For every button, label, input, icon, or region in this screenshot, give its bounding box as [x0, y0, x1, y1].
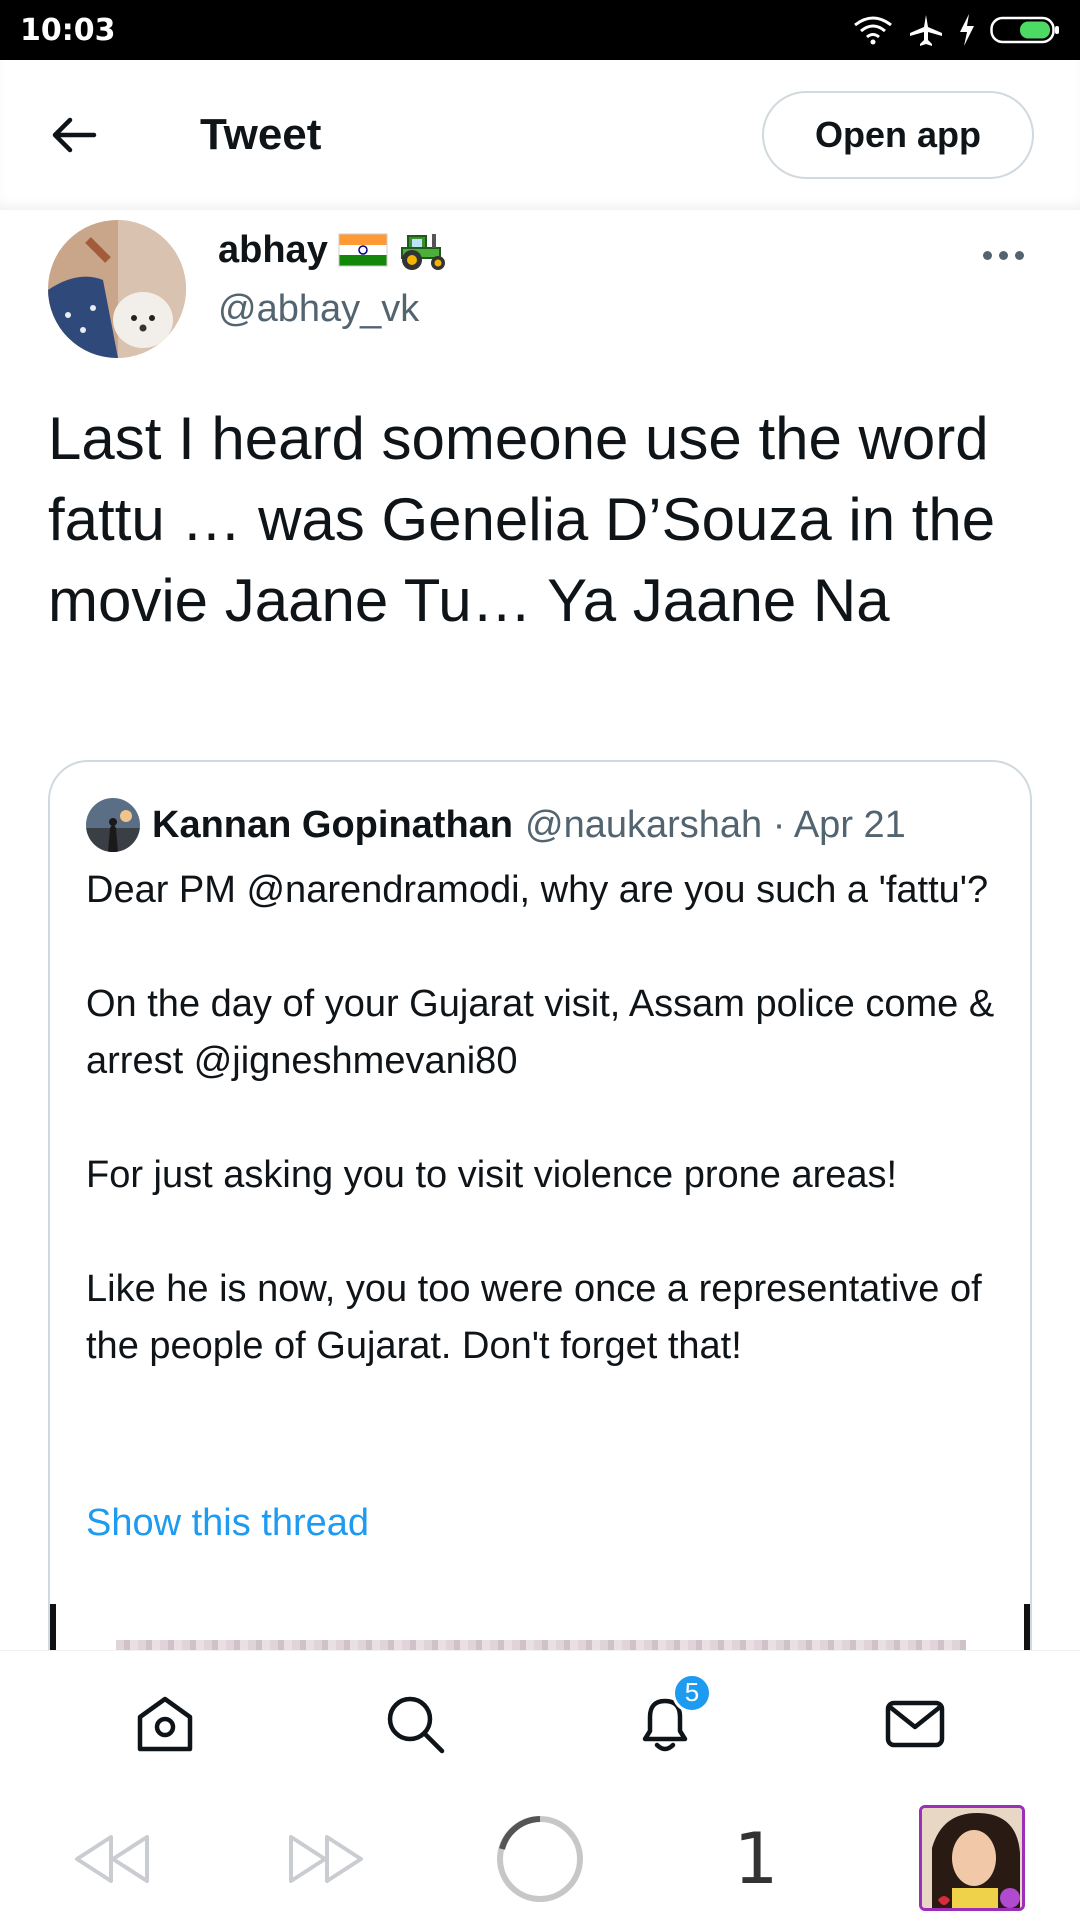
quoted-paragraph: On the day of your Gujarat visit, Assam …: [86, 983, 995, 1082]
status-time: 10:03: [20, 12, 116, 48]
author-name[interactable]: abhay: [218, 229, 328, 272]
tweet-text: Last I heard someone use the word fattu …: [48, 405, 996, 634]
nav-notifications[interactable]: 5: [620, 1672, 712, 1769]
author-avatar[interactable]: [48, 220, 186, 358]
open-app-button[interactable]: Open app: [762, 91, 1034, 179]
bottom-navigation: 5: [0, 1650, 1080, 1796]
quoted-tweet[interactable]: Kannan Gopinathan @naukarshah · Apr 21 D…: [48, 760, 1032, 1660]
status-bar: 10:03: [0, 0, 1080, 60]
browser-back-button[interactable]: [66, 1814, 156, 1904]
author-handle[interactable]: @abhay_vk: [218, 288, 419, 331]
rewind-icon: [75, 1835, 149, 1883]
page-title: Tweet: [200, 110, 322, 159]
airplane-icon: [910, 15, 942, 46]
quoted-paragraph: For just asking you to visit violence pr…: [86, 1154, 898, 1196]
wifi-icon: [854, 16, 892, 45]
nav-messages[interactable]: [870, 1679, 960, 1769]
nav-home[interactable]: [120, 1679, 210, 1769]
tab-count: 1: [733, 1818, 779, 1900]
messages-icon: [885, 1700, 945, 1747]
author-name-row: abhay: [218, 228, 450, 272]
browser-forward-button[interactable]: [282, 1814, 372, 1904]
quoted-tweet-meta: @naukarshah · Apr 21: [525, 803, 906, 846]
quoted-tweet-header: Kannan Gopinathan @naukarshah · Apr 21: [86, 798, 906, 852]
quoted-author-name: Kannan Gopinathan: [152, 803, 513, 846]
show-thread-link[interactable]: Show this thread: [86, 1502, 369, 1545]
top-header: Tweet Open app: [0, 60, 1080, 210]
fast-forward-icon: [289, 1835, 363, 1883]
browser-toolbar: 1: [0, 1796, 1080, 1920]
notification-count-badge: 5: [672, 1672, 712, 1713]
loading-spinner-icon: [497, 1816, 583, 1902]
search-icon: [387, 1696, 445, 1753]
status-icons: [852, 13, 1060, 47]
india-flag-emoji: [338, 233, 388, 267]
profile-avatar: [919, 1805, 1025, 1911]
home-icon: [137, 1696, 193, 1751]
more-dots-icon: [983, 250, 992, 260]
nav-search[interactable]: [370, 1679, 460, 1769]
quoted-paragraph: Dear PM @narendramodi, why are you such …: [86, 869, 989, 911]
battery-icon: [990, 16, 1059, 44]
tab-count-button[interactable]: 1: [726, 1814, 786, 1904]
more-options-button[interactable]: [983, 240, 1024, 270]
tweet-author: abhay @abhay_vk: [48, 218, 1038, 358]
quoted-tweet-body: Dear PM @narendramodi, why are you such …: [86, 862, 1006, 1432]
charging-icon: [960, 14, 974, 46]
tractor-emoji: [400, 234, 445, 270]
browser-profile-button[interactable]: [918, 1804, 1026, 1912]
quoted-author-avatar: [86, 798, 140, 852]
arrow-left-icon: [52, 117, 97, 153]
back-button[interactable]: [46, 107, 102, 163]
quoted-paragraph: Like he is now, you too were once a repr…: [86, 1268, 982, 1367]
browser-reload-button[interactable]: [494, 1814, 586, 1904]
